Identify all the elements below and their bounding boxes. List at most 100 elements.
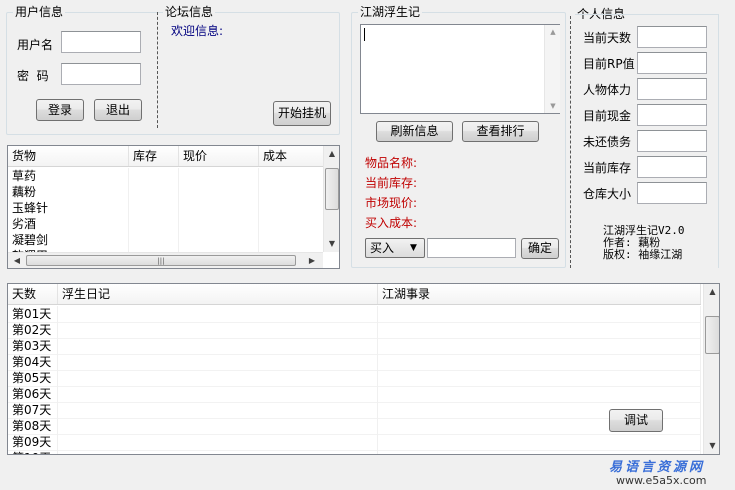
diary-day-cell: 第05天 xyxy=(8,370,58,386)
password-input[interactable] xyxy=(61,63,141,85)
stock-input[interactable] xyxy=(637,156,707,178)
goods-cell: 玉蜂针 xyxy=(8,200,129,216)
watermark-url: www.e5a5x.com xyxy=(616,474,707,487)
scroll-down-arrow-icon[interactable]: ▼ xyxy=(324,236,339,252)
goods-cell xyxy=(129,168,179,184)
goods-col-price[interactable]: 现价 xyxy=(179,146,259,166)
goods-col-item[interactable]: 货物 xyxy=(8,146,129,166)
goods-cell xyxy=(179,200,259,216)
scroll-thumb[interactable] xyxy=(705,316,719,354)
scroll-thumb[interactable] xyxy=(325,168,339,210)
warehouse-size-input[interactable] xyxy=(637,182,707,204)
rp-value-label: 目前RP值 xyxy=(583,57,635,71)
goods-cell xyxy=(129,216,179,232)
diary-day-cell: 第01天 xyxy=(8,306,58,322)
diary-events-cell xyxy=(378,354,701,370)
confirm-button[interactable]: 确定 xyxy=(521,238,559,259)
rp-value-input[interactable] xyxy=(637,52,707,74)
diary-vscrollbar[interactable]: ▲ ▼ xyxy=(703,284,719,454)
diary-journal-cell xyxy=(58,370,378,386)
market-price-label: 市场现价: xyxy=(365,196,418,210)
watermark-site-name: 易语言资源网 xyxy=(609,460,706,475)
forum-info-title: 论坛信息 xyxy=(163,5,216,19)
trade-action-value: 买入 xyxy=(370,241,395,255)
scroll-left-arrow-icon[interactable]: ◀ xyxy=(10,253,24,268)
table-row[interactable]: 第03天 xyxy=(8,338,701,355)
table-row[interactable]: 玉蜂针 xyxy=(8,200,324,216)
debug-button[interactable]: 调试 xyxy=(609,409,663,432)
diary-col-day[interactable]: 天数 xyxy=(8,284,58,304)
goods-vscrollbar[interactable]: ▲ ▼ xyxy=(323,146,339,252)
diary-day-cell: 第08天 xyxy=(8,418,58,434)
scroll-down-arrow-icon[interactable]: ▼ xyxy=(545,99,561,113)
buy-cost-label: 买入成本: xyxy=(365,216,418,230)
goods-table[interactable]: 货物 库存 现价 成本 草药 藕粉 玉蜂针 劣酒 凝碧剑 软猬甲 ▲ ▼ xyxy=(7,145,340,269)
diary-day-cell: 第06天 xyxy=(8,386,58,402)
table-row[interactable]: 第08天 xyxy=(8,418,701,435)
trade-action-select[interactable]: 买入 ▼ xyxy=(365,238,425,258)
user-info-title: 用户信息 xyxy=(13,5,66,19)
diary-journal-cell xyxy=(58,306,378,322)
scroll-right-arrow-icon[interactable]: ▶ xyxy=(305,253,319,268)
table-row[interactable]: 第02天 xyxy=(8,322,701,339)
refresh-button[interactable]: 刷新信息 xyxy=(376,121,453,142)
diary-journal-cell xyxy=(58,402,378,418)
scroll-up-arrow-icon[interactable]: ▲ xyxy=(545,25,561,39)
username-label: 用户名 xyxy=(17,38,54,52)
table-row[interactable]: 草药 xyxy=(8,168,324,184)
diary-events-cell xyxy=(378,450,701,454)
text-caret xyxy=(364,28,365,41)
table-row[interactable]: 第10天 xyxy=(8,450,701,454)
jianghu-title: 江湖浮生记 xyxy=(358,5,423,19)
stock-label: 当前库存 xyxy=(583,161,632,175)
goods-cell xyxy=(179,216,259,232)
password-label: 密 码 xyxy=(17,69,49,83)
username-input[interactable] xyxy=(61,31,141,53)
diary-col-journal[interactable]: 浮生日记 xyxy=(58,284,378,304)
log-vscrollbar[interactable]: ▲ ▼ xyxy=(544,25,560,113)
goods-hscrollbar[interactable]: ◀ ||| ▶ xyxy=(8,252,323,268)
scroll-down-arrow-icon[interactable]: ▼ xyxy=(704,438,719,454)
item-name-label: 物品名称: xyxy=(365,156,418,170)
diary-events-cell xyxy=(378,306,701,322)
table-row[interactable]: 第06天 xyxy=(8,386,701,403)
diary-events-cell xyxy=(378,434,701,450)
login-button[interactable]: 登录 xyxy=(36,99,84,121)
table-row[interactable]: 劣酒 xyxy=(8,216,324,232)
diary-day-cell: 第04天 xyxy=(8,354,58,370)
goods-col-stock[interactable]: 库存 xyxy=(129,146,179,166)
logout-button[interactable]: 退出 xyxy=(94,99,142,121)
jianghu-log-textarea[interactable]: ▲ ▼ xyxy=(360,24,560,114)
cash-input[interactable] xyxy=(637,104,707,126)
welcome-text: 欢迎信息: xyxy=(171,24,224,38)
start-hangup-button[interactable]: 开始挂机 xyxy=(273,101,331,126)
diary-day-cell: 第07天 xyxy=(8,402,58,418)
stamina-input[interactable] xyxy=(637,78,707,100)
diary-journal-cell xyxy=(58,354,378,370)
table-row[interactable]: 第09天 xyxy=(8,434,701,451)
goods-cell xyxy=(179,168,259,184)
cash-label: 目前现金 xyxy=(583,109,632,123)
goods-cell xyxy=(129,184,179,200)
diary-col-events[interactable]: 江湖事录 xyxy=(378,284,701,304)
trade-quantity-input[interactable] xyxy=(427,238,516,258)
current-day-input[interactable] xyxy=(637,26,707,48)
goods-col-cost[interactable]: 成本 xyxy=(259,146,324,166)
goods-cell xyxy=(179,184,259,200)
table-row[interactable]: 第05天 xyxy=(8,370,701,387)
table-row[interactable]: 第01天 xyxy=(8,306,701,323)
scroll-up-arrow-icon[interactable]: ▲ xyxy=(704,284,719,300)
ranking-button[interactable]: 查看排行 xyxy=(462,121,539,142)
table-row[interactable]: 第07天 xyxy=(8,402,701,419)
jianghu-personal-divider xyxy=(570,16,571,268)
table-row[interactable]: 凝碧剑 xyxy=(8,232,324,248)
table-row[interactable]: 第04天 xyxy=(8,354,701,371)
table-row[interactable]: 藕粉 xyxy=(8,184,324,200)
goods-cell: 草药 xyxy=(8,168,129,184)
goods-cell xyxy=(129,200,179,216)
scroll-thumb[interactable]: ||| xyxy=(26,255,296,266)
diary-day-cell: 第09天 xyxy=(8,434,58,450)
chevron-down-icon: ▼ xyxy=(410,243,417,253)
debt-input[interactable] xyxy=(637,130,707,152)
scroll-up-arrow-icon[interactable]: ▲ xyxy=(324,146,339,162)
